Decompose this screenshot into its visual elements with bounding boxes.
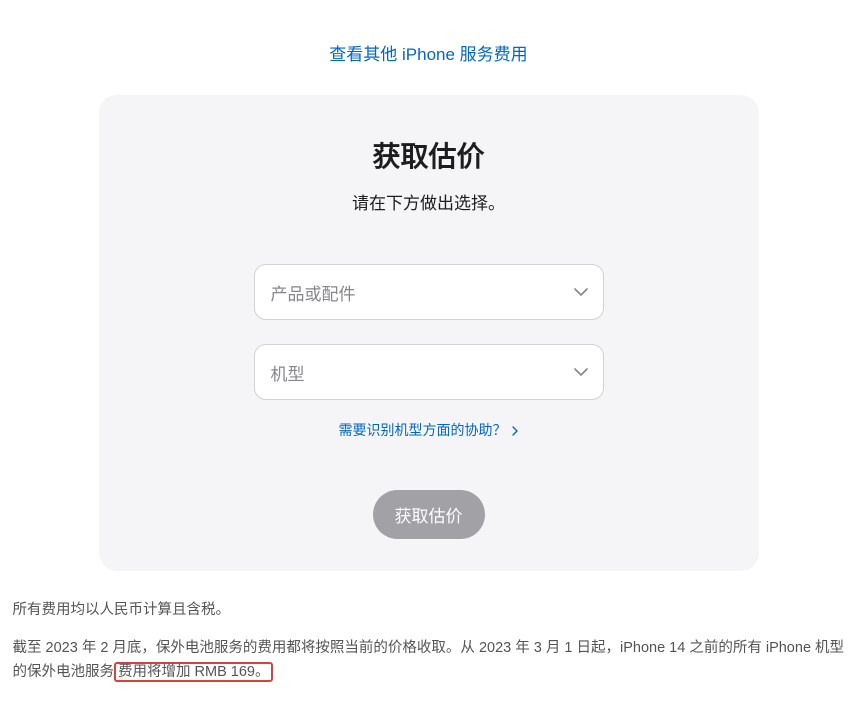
footnotes: 所有费用均以人民币计算且含税。 截至 2023 年 2 月底，保外电池服务的费用… — [9, 599, 849, 685]
help-link-container: 需要识别机型方面的协助？ — [159, 420, 699, 440]
identify-model-help-link[interactable]: 需要识别机型方面的协助？ — [339, 422, 519, 438]
card-title: 获取估价 — [159, 135, 699, 175]
other-services-link[interactable]: 查看其他 iPhone 服务费用 — [329, 45, 527, 64]
chevron-right-icon — [512, 423, 518, 439]
link-text: 查看其他 iPhone 服务费用 — [329, 45, 527, 64]
help-link-text: 需要识别机型方面的协助？ — [339, 422, 507, 438]
page-container: 查看其他 iPhone 服务费用 获取估价 请在下方做出选择。 产品或配件 机型… — [0, 40, 857, 685]
model-select[interactable]: 机型 — [254, 344, 604, 400]
get-estimate-button[interactable]: 获取估价 — [373, 490, 485, 539]
top-link-container: 查看其他 iPhone 服务费用 — [8, 40, 849, 65]
product-select[interactable]: 产品或配件 — [254, 264, 604, 320]
card-subtitle: 请在下方做出选择。 — [159, 189, 699, 214]
submit-button-label: 获取估价 — [395, 507, 463, 526]
estimate-card: 获取估价 请在下方做出选择。 产品或配件 机型 需要识别机型方面的协助？ — [99, 95, 759, 571]
model-select-wrapper: 机型 — [254, 344, 604, 400]
model-select-placeholder: 机型 — [271, 360, 305, 385]
footnote-highlight: 费用将增加 RMB 169。 — [114, 662, 273, 682]
product-select-wrapper: 产品或配件 — [254, 264, 604, 320]
footnote-tax: 所有费用均以人民币计算且含税。 — [13, 599, 845, 623]
footnote-price-change: 截至 2023 年 2 月底，保外电池服务的费用都将按照当前的价格收取。从 20… — [13, 637, 845, 685]
product-select-placeholder: 产品或配件 — [271, 280, 356, 305]
